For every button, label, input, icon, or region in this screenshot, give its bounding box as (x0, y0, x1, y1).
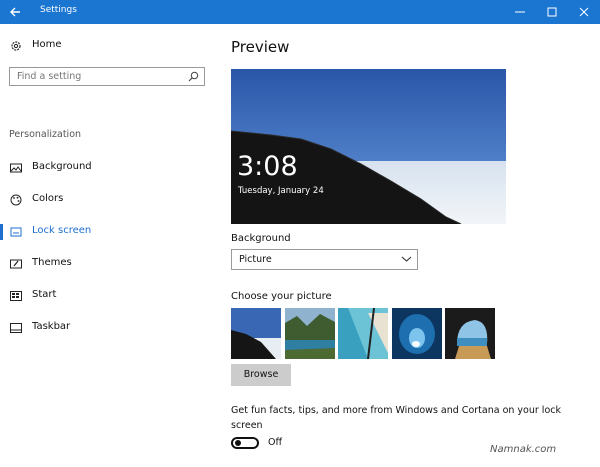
sidebar-item-colors[interactable]: Colors (0, 187, 216, 213)
minimize-button[interactable] (505, 0, 535, 24)
picture-icon (10, 163, 22, 173)
minimize-icon (515, 11, 525, 13)
thumbnail-mountain-night[interactable] (231, 308, 281, 359)
picture-thumbnails (231, 308, 496, 359)
toggle-state-label: Off (268, 437, 283, 448)
start-icon (10, 291, 22, 301)
page-title: Preview (231, 38, 290, 56)
close-button[interactable] (569, 0, 599, 24)
choose-picture-label: Choose your picture (231, 291, 332, 302)
palette-icon (10, 194, 22, 206)
thumbnail-ice-cave[interactable] (392, 308, 442, 359)
taskbar-icon (10, 323, 22, 333)
sidebar-item-label: Home (32, 39, 62, 50)
close-icon (579, 7, 589, 17)
selection-indicator (0, 224, 3, 240)
maximize-button[interactable] (537, 0, 567, 24)
background-dropdown[interactable]: Picture (231, 249, 418, 270)
browse-button[interactable]: Browse (231, 364, 291, 386)
title-bar: Settings (0, 0, 600, 24)
sidebar-item-lock-screen[interactable]: Lock screen (0, 219, 216, 245)
watermark: Namnak.com (490, 444, 557, 455)
main-panel: Preview 3:08 Tuesday, January 24 Backgro… (216, 24, 600, 467)
preview-date: Tuesday, January 24 (238, 186, 324, 196)
toggle-knob (235, 440, 241, 446)
maximize-icon (547, 7, 557, 17)
chevron-down-icon (401, 256, 412, 262)
sidebar-item-taskbar[interactable]: Taskbar (0, 315, 216, 341)
sidebar-item-start[interactable]: Start (0, 283, 216, 309)
gear-icon (11, 41, 21, 51)
sidebar-item-label: Taskbar (32, 321, 71, 332)
window-title: Settings (40, 5, 77, 15)
sidebar-item-label: Start (32, 289, 57, 300)
tips-description: Get fun facts, tips, and more from Windo… (231, 405, 561, 431)
section-title: Personalization (9, 129, 82, 140)
sidebar-item-label: Colors (32, 193, 64, 204)
background-dropdown-value: Picture (239, 254, 272, 265)
sidebar-item-themes[interactable]: Themes (0, 251, 216, 277)
sidebar-item-home[interactable]: Home (0, 33, 216, 59)
search-placeholder: Find a setting (17, 71, 82, 82)
back-arrow-icon (10, 7, 20, 17)
sidebar: Home Find a setting Personalization Back… (0, 24, 216, 467)
tips-toggle[interactable] (231, 437, 259, 449)
search-input[interactable]: Find a setting (9, 67, 205, 86)
search-icon (188, 71, 199, 82)
sidebar-item-label: Lock screen (32, 225, 92, 236)
lock-screen-icon (10, 227, 22, 237)
lock-screen-preview: 3:08 Tuesday, January 24 (231, 69, 506, 224)
sidebar-item-label: Themes (32, 257, 72, 268)
thumbnail-beach-aerial[interactable] (338, 308, 388, 359)
preview-time: 3:08 (237, 151, 298, 182)
back-button[interactable] (0, 0, 32, 24)
themes-icon (10, 259, 22, 269)
thumbnail-mountain-lake[interactable] (285, 308, 335, 359)
sidebar-item-label: Background (32, 161, 92, 172)
sidebar-item-background[interactable]: Background (0, 155, 216, 181)
preview-landscape-image (231, 69, 506, 224)
thumbnail-sea-cave[interactable] (445, 308, 495, 359)
background-label: Background (231, 233, 291, 244)
